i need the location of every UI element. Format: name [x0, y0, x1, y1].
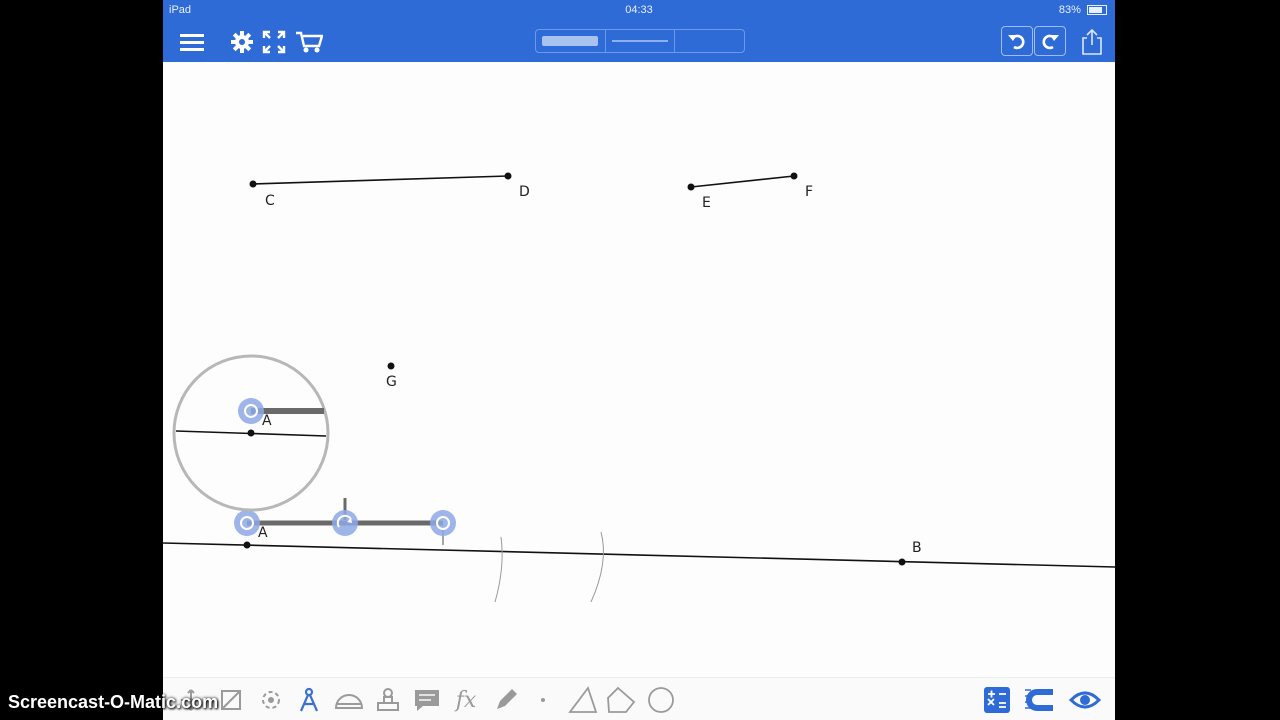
eye-icon[interactable]	[1069, 684, 1101, 716]
point-e[interactable]	[687, 183, 695, 191]
screencast-watermark: Screencast-O-Matic.com	[8, 692, 219, 712]
undo-icon[interactable]	[1001, 26, 1033, 56]
point-b[interactable]	[898, 558, 906, 566]
geometry-app-screen: iPad 04:33 83% C D E F G A B A fx	[163, 0, 1115, 720]
line-ab[interactable]	[163, 542, 1115, 568]
calculator-icon[interactable]	[981, 684, 1013, 716]
compass-arc-2	[590, 531, 604, 603]
segment-option-3[interactable]	[675, 30, 744, 52]
label-d: D	[519, 184, 530, 200]
label-c: C	[265, 193, 275, 209]
battery-percent: 83%	[1058, 4, 1081, 16]
label-b: B	[912, 540, 922, 556]
drawing-canvas[interactable]: C D E F G A B A	[163, 62, 1115, 677]
gear-icon[interactable]	[226, 26, 258, 58]
redo-icon[interactable]	[1034, 26, 1066, 56]
function-label: fx	[455, 687, 477, 713]
fullscreen-icon[interactable]	[258, 26, 290, 58]
status-bar: iPad 04:33 83%	[163, 0, 1115, 22]
bottom-toolbar: fx	[163, 677, 1115, 720]
pencil-icon[interactable]	[490, 684, 522, 716]
compass-pivot-handle[interactable]	[234, 510, 260, 536]
point-f[interactable]	[790, 172, 798, 180]
function-icon[interactable]: fx	[450, 684, 482, 716]
magnifier-loupe: A	[172, 354, 330, 512]
menu-icon[interactable]	[176, 26, 208, 58]
clock: 04:33	[625, 4, 653, 16]
label-e: E	[702, 195, 711, 211]
magnet-icon[interactable]	[1023, 684, 1055, 716]
transform-tool-icon[interactable]	[215, 684, 247, 716]
text-icon[interactable]	[411, 684, 443, 716]
compass-rotate-handle[interactable]	[332, 510, 358, 536]
polygon-icon[interactable]	[605, 684, 637, 716]
view-segment-control[interactable]	[535, 29, 745, 53]
battery-icon	[1087, 5, 1107, 16]
top-navigation-bar	[163, 22, 1115, 62]
segment-cd[interactable]	[252, 175, 509, 185]
point-g[interactable]	[387, 362, 395, 370]
point-icon[interactable]	[527, 684, 559, 716]
triangle-icon[interactable]	[567, 684, 599, 716]
point-c[interactable]	[249, 180, 257, 188]
segment-option-1[interactable]	[536, 30, 606, 52]
compass-icon[interactable]	[293, 684, 325, 716]
share-icon[interactable]	[1076, 26, 1108, 58]
ruler-stamp-icon[interactable]	[372, 684, 404, 716]
point-d[interactable]	[504, 172, 512, 180]
compass-arc-1	[494, 536, 503, 603]
magnifier-label-a: A	[262, 413, 272, 429]
rotate-tool-icon[interactable]	[255, 684, 287, 716]
protractor-icon[interactable]	[333, 684, 365, 716]
label-a: A	[258, 525, 268, 541]
point-a[interactable]	[243, 541, 251, 549]
label-f: F	[805, 184, 813, 200]
compass-pencil-handle[interactable]	[430, 510, 456, 536]
battery-indicator: 83%	[1059, 4, 1107, 16]
segment-option-2[interactable]	[606, 30, 676, 52]
circle-icon[interactable]	[645, 684, 677, 716]
segment-ef[interactable]	[690, 175, 795, 188]
label-g: G	[386, 374, 397, 390]
cart-icon[interactable]	[293, 26, 325, 58]
